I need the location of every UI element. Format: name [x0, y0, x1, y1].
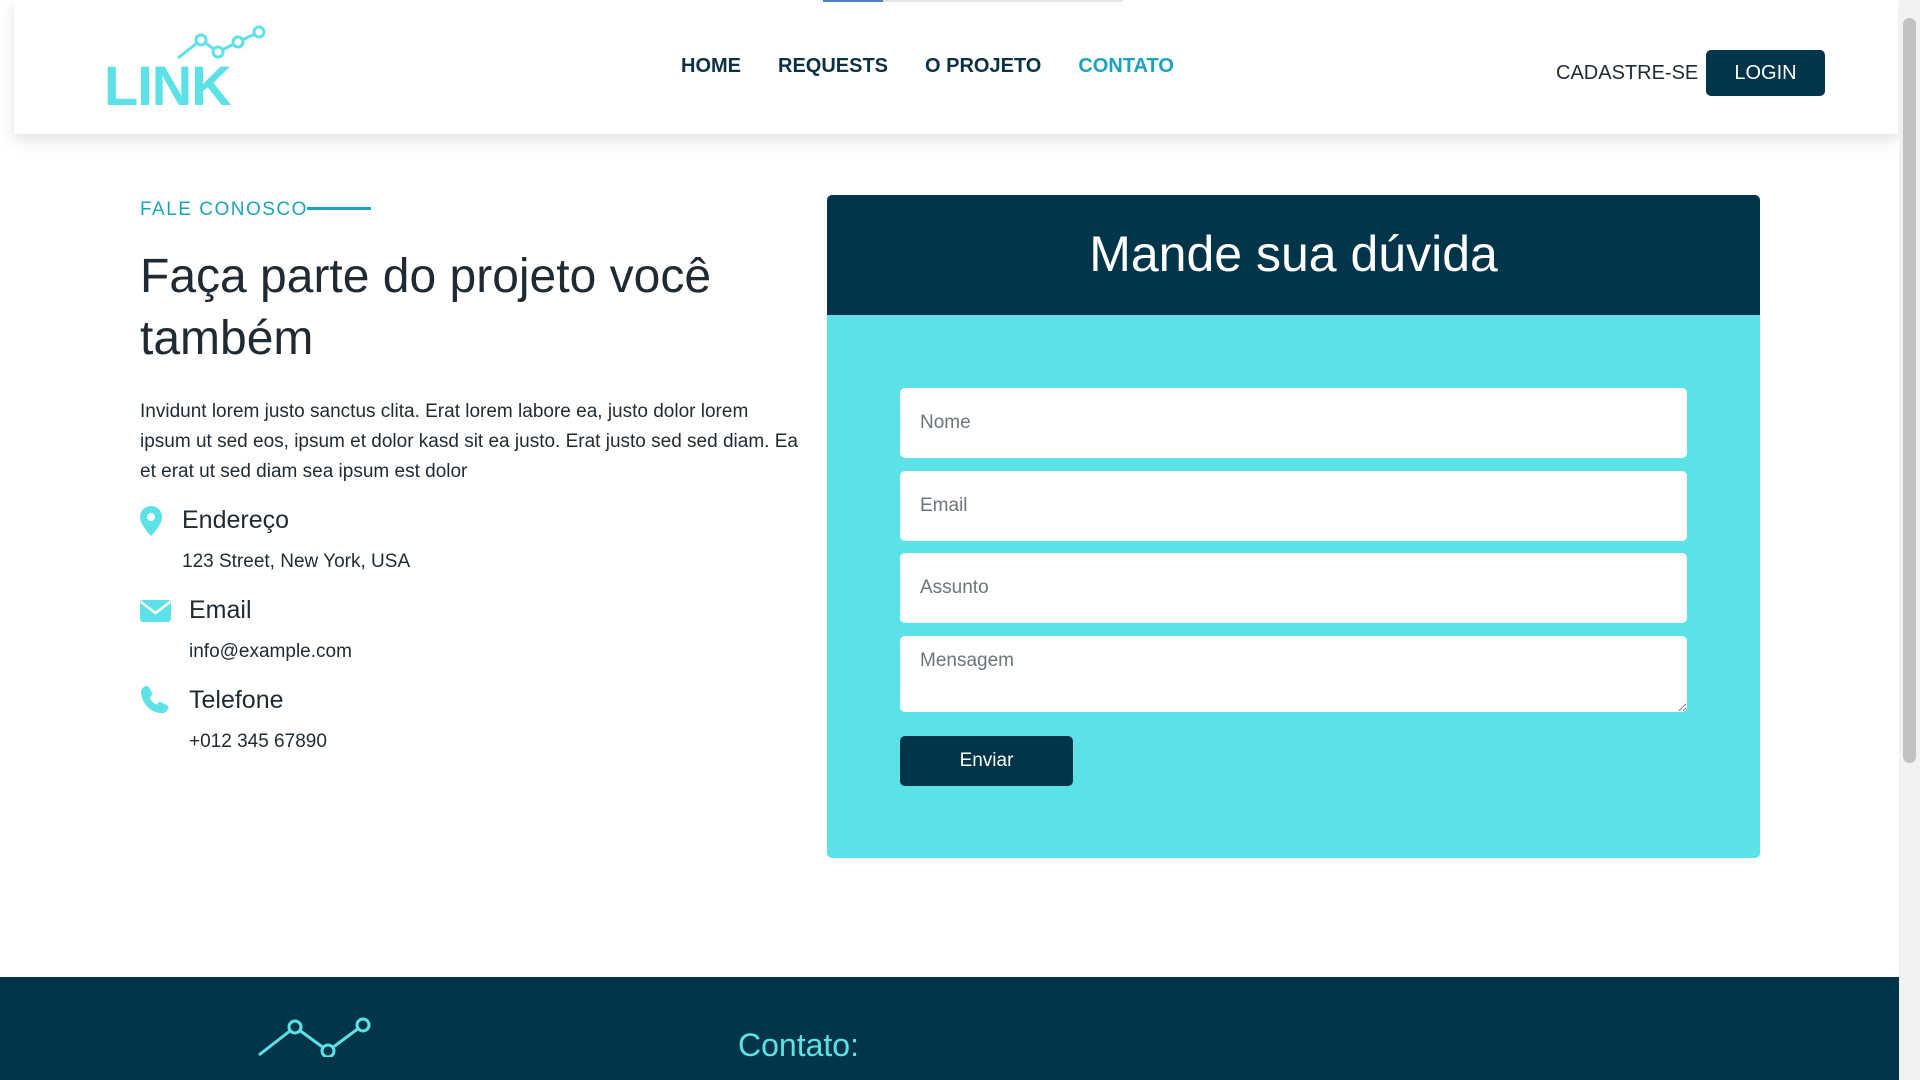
- email-title: Email: [189, 596, 252, 624]
- map-marker-icon: [140, 506, 162, 536]
- envelope-icon: [140, 600, 171, 622]
- page-loading-bar-fill: [823, 0, 883, 2]
- signup-link[interactable]: CADASTRE-SE: [1556, 62, 1698, 85]
- scrollbar-thumb[interactable]: [1903, 18, 1916, 763]
- eyebrow-divider: [307, 207, 371, 210]
- phone-title: Telefone: [189, 686, 284, 714]
- contact-description: Invidunt lorem justo sanctus clita. Erat…: [140, 401, 798, 482]
- footer-contact-heading: Contato:: [738, 1027, 859, 1063]
- phone-icon: [141, 686, 169, 714]
- nav-requests[interactable]: REQUESTS: [778, 55, 888, 78]
- address-value: 123 Street, New York, USA: [182, 551, 411, 572]
- page-scrollbar[interactable]: [1899, 0, 1920, 1080]
- nav-home[interactable]: HOME: [681, 55, 741, 78]
- phone-value: +012 345 67890: [189, 731, 327, 752]
- section-eyebrow: FALE CONOSCO: [140, 199, 308, 220]
- subject-field[interactable]: [900, 553, 1687, 623]
- email-value: info@example.com: [189, 641, 352, 662]
- form-title: Mande sua dúvida: [1089, 226, 1498, 282]
- site-logo[interactable]: LINK: [104, 24, 266, 114]
- login-button[interactable]: LOGIN: [1706, 50, 1825, 96]
- site-footer: Contato:: [0, 977, 1899, 1080]
- message-field[interactable]: [900, 636, 1687, 712]
- email-field[interactable]: [900, 471, 1687, 541]
- page-title: Faça parte do projeto você também: [140, 250, 712, 365]
- page-loading-bar: [823, 0, 1123, 2]
- nav-o-projeto[interactable]: O PROJETO: [925, 55, 1041, 78]
- logo-text: LINK: [104, 54, 232, 117]
- main-nav: HOME REQUESTS O PROJETO CONTATO: [681, 55, 1211, 78]
- nav-contato[interactable]: CONTATO: [1078, 55, 1174, 78]
- contact-form-card: Mande sua dúvida Enviar: [827, 195, 1760, 858]
- logo-trend-icon: [177, 25, 266, 60]
- submit-button[interactable]: Enviar: [900, 736, 1073, 786]
- site-header: LINK HOME REQUESTS O PROJETO CONTATO CAD…: [14, 0, 1898, 134]
- name-field[interactable]: [900, 388, 1687, 458]
- footer-logo-trend-icon: [258, 1017, 371, 1057]
- form-header: Mande sua dúvida: [827, 195, 1760, 315]
- address-title: Endereço: [182, 506, 290, 534]
